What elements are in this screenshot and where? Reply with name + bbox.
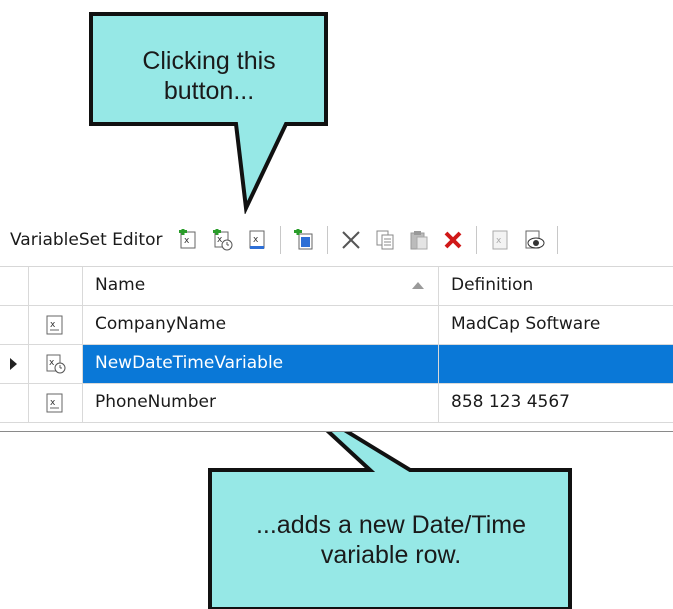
variables-grid: Name Definition x CompanyName MadCap Sof… <box>0 267 673 423</box>
toolbar-separator <box>557 226 559 254</box>
table-row-selected[interactable]: x NewDateTimeVariable <box>0 345 673 384</box>
paste-icon[interactable] <box>407 228 431 252</box>
delete-icon[interactable] <box>441 228 465 252</box>
callout-top-bubble <box>89 12 328 216</box>
definition-cell[interactable]: MadCap Software <box>438 306 673 344</box>
cut-icon[interactable] <box>339 228 363 252</box>
reset-icon[interactable]: x <box>488 228 512 252</box>
column-header-name-label: Name <box>95 275 146 295</box>
datetime-variable-icon: x <box>46 354 66 374</box>
editor-toolbar: VariableSet Editor x x x x <box>0 214 673 267</box>
add-variable-icon[interactable]: x <box>177 228 201 252</box>
row-indicator <box>0 345 28 383</box>
preview-icon[interactable] <box>522 228 546 252</box>
column-header-definition-label: Definition <box>451 275 534 295</box>
add-datetime-variable-icon[interactable]: x <box>211 228 235 252</box>
svg-text:x: x <box>184 236 190 246</box>
column-header-definition[interactable]: Definition <box>438 267 673 305</box>
name-cell[interactable]: NewDateTimeVariable <box>82 345 438 383</box>
svg-text:x: x <box>50 398 56 408</box>
column-header-name[interactable]: Name <box>82 267 438 305</box>
variableset-editor: VariableSet Editor x x x x Name Definiti… <box>0 214 673 432</box>
svg-text:x: x <box>50 320 56 330</box>
name-cell-text: PhoneNumber <box>95 392 216 412</box>
callout-top-text: Clicking this button... <box>142 47 276 105</box>
table-row[interactable]: x PhoneNumber 858 123 4567 <box>0 384 673 423</box>
import-icon[interactable] <box>292 228 316 252</box>
row-icon-cell: x <box>28 306 82 344</box>
svg-text:x: x <box>49 358 55 368</box>
row-icon-cell: x <box>28 345 82 383</box>
variable-icon: x <box>46 393 63 413</box>
callout-bottom-text: ...adds a new Date/Time variable row. <box>255 511 527 569</box>
definition-cell-text: 858 123 4567 <box>451 392 570 412</box>
row-icon-cell: x <box>28 384 82 422</box>
name-cell[interactable]: CompanyName <box>82 306 438 344</box>
row-indicator <box>0 306 28 344</box>
edit-variable-icon[interactable]: x <box>245 228 269 252</box>
definition-cell[interactable] <box>438 345 673 383</box>
definition-cell[interactable]: 858 123 4567 <box>438 384 673 422</box>
variable-icon: x <box>46 315 63 335</box>
name-cell-text: NewDateTimeVariable <box>95 353 284 373</box>
svg-text:x: x <box>253 235 259 245</box>
name-cell-text: CompanyName <box>95 314 227 334</box>
toolbar-title: VariableSet Editor <box>10 230 163 250</box>
sort-ascending-icon <box>412 282 424 289</box>
row-indicator <box>0 384 28 422</box>
definition-cell-text: MadCap Software <box>451 314 601 334</box>
grid-bottom-border <box>0 431 673 432</box>
toolbar-separator <box>280 226 282 254</box>
current-row-arrow-icon <box>10 358 17 370</box>
toolbar-separator <box>476 226 478 254</box>
header-indicator-cell <box>0 267 28 305</box>
copy-icon[interactable] <box>373 228 397 252</box>
name-cell[interactable]: PhoneNumber <box>82 384 438 422</box>
grid-header-row: Name Definition <box>0 267 673 306</box>
header-icon-cell <box>28 267 82 305</box>
toolbar-separator <box>327 226 329 254</box>
svg-text:x: x <box>496 236 502 246</box>
table-row[interactable]: x CompanyName MadCap Software <box>0 306 673 345</box>
